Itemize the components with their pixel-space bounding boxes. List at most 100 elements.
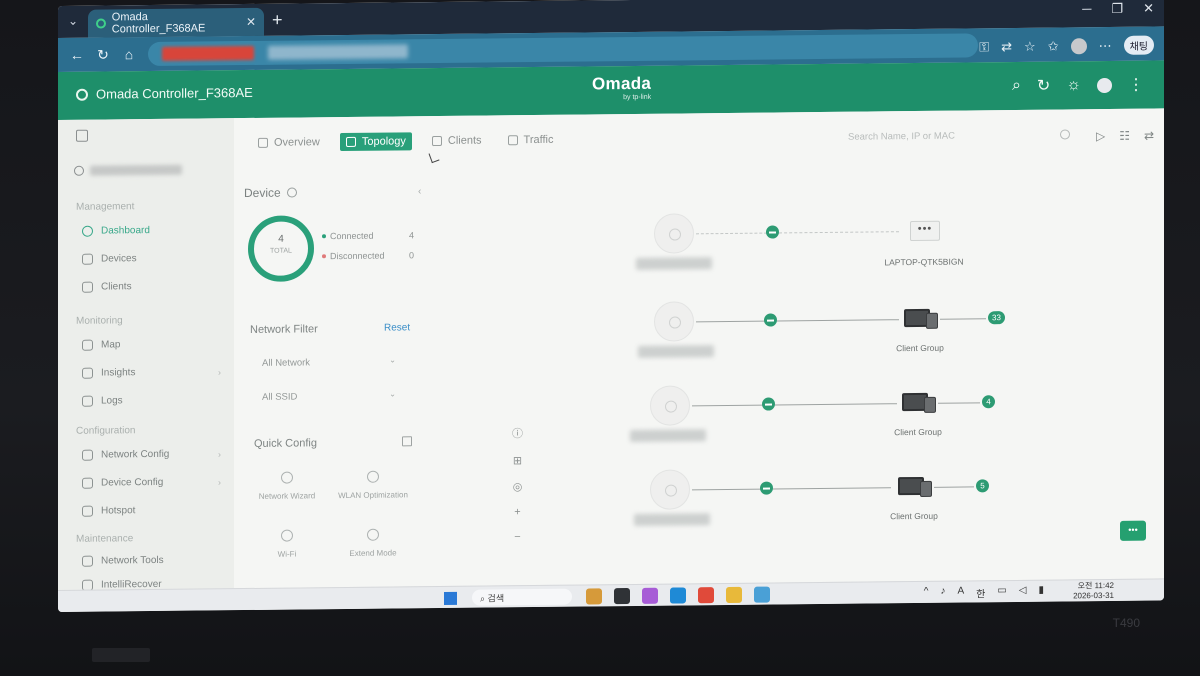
- client-device-icon[interactable]: •••: [910, 220, 940, 242]
- quick-wifi[interactable]: Wi-Fi: [242, 529, 332, 559]
- file-explorer-icon[interactable]: [726, 586, 742, 604]
- network-status-icon[interactable]: ▭: [997, 585, 1006, 600]
- new-tab-button[interactable]: +: [272, 10, 283, 31]
- zoom-out-icon[interactable]: −: [514, 531, 520, 543]
- search-icon[interactable]: [1060, 129, 1070, 140]
- collapse-panel-icon[interactable]: ‹: [418, 186, 421, 197]
- client-count-badge[interactable]: 33: [988, 311, 1005, 325]
- link-line: [692, 488, 762, 491]
- site-title[interactable]: Omada Controller_F368AE: [76, 85, 253, 102]
- back-icon[interactable]: ←: [64, 47, 90, 63]
- kebab-menu-icon[interactable]: ⋮: [1128, 75, 1144, 95]
- chrome-browser-icon[interactable]: [698, 587, 714, 604]
- play-icon[interactable]: ▷: [1096, 129, 1105, 143]
- client-count-badge[interactable]: 4: [982, 395, 995, 409]
- copilot-button[interactable]: 채팅: [1123, 35, 1154, 55]
- ime-mode[interactable]: A: [957, 586, 964, 601]
- microphone-icon[interactable]: ♪: [940, 586, 945, 601]
- widgets-app-icon[interactable]: [586, 588, 602, 605]
- topology-search-input[interactable]: Search Name, IP or MAC: [848, 129, 1070, 149]
- browser-tab-title: Omada Controller_F368AE: [111, 11, 206, 36]
- browser-tab[interactable]: Omada Controller_F368AE ✕: [88, 7, 264, 38]
- collapse-node-icon[interactable]: [762, 397, 775, 411]
- windows-start-icon[interactable]: [444, 591, 457, 605]
- collapse-node-icon[interactable]: [764, 313, 777, 327]
- close-tab-icon[interactable]: ✕: [246, 15, 256, 29]
- sidebar-item-device-config[interactable]: Device Config ›: [82, 477, 221, 489]
- reload-icon[interactable]: ↻: [90, 46, 116, 63]
- client-group-icon[interactable]: [902, 391, 936, 413]
- collapse-node-icon[interactable]: [766, 225, 779, 239]
- device-node[interactable]: [650, 469, 690, 510]
- target-icon[interactable]: ◎: [513, 480, 523, 493]
- site-selector[interactable]: [74, 158, 204, 181]
- sidebar-item-map[interactable]: Map: [82, 339, 120, 351]
- copilot-app-icon[interactable]: [642, 587, 658, 604]
- device-node[interactable]: [650, 385, 690, 426]
- device-node[interactable]: [654, 301, 694, 342]
- quick-network-wizard[interactable]: Network Wizard: [242, 471, 332, 501]
- tab-search-icon[interactable]: ⌄: [64, 14, 82, 30]
- refresh-icon[interactable]: ↻: [1037, 76, 1050, 96]
- task-view-icon[interactable]: [614, 588, 630, 605]
- more-menu-icon[interactable]: ⋯: [1099, 37, 1112, 53]
- url-input[interactable]: [148, 33, 978, 67]
- client-count-badge[interactable]: 5: [976, 479, 989, 493]
- site-title-text: Omada Controller_F368AE: [96, 84, 253, 102]
- volume-icon[interactable]: ◁: [1019, 585, 1027, 600]
- quick-extend-mode[interactable]: Extend Mode: [328, 528, 418, 558]
- edit-icon[interactable]: [402, 436, 412, 447]
- tab-clients[interactable]: Clients: [426, 132, 488, 151]
- sidebar-item-hotspot[interactable]: Hotspot: [82, 505, 135, 517]
- topology-canvas[interactable]: ••• LAPTOP-QTK5BIGN 33 Client Group 4 Cl…: [630, 189, 1074, 533]
- client-group-icon[interactable]: [904, 307, 938, 329]
- translate-icon[interactable]: ⇄: [1001, 39, 1012, 55]
- ssid-select[interactable]: All SSID ⌄: [252, 384, 404, 408]
- chat-support-icon[interactable]: •••: [1120, 520, 1146, 541]
- search-icon[interactable]: ⌕: [1012, 77, 1021, 95]
- sidebar-item-clients[interactable]: Clients: [82, 281, 132, 293]
- reset-link[interactable]: Reset: [384, 322, 410, 333]
- minimize-icon[interactable]: ─: [1082, 1, 1091, 17]
- sidebar-item-devices[interactable]: Devices: [82, 253, 137, 265]
- user-avatar[interactable]: [1097, 77, 1112, 93]
- zoom-in-icon[interactable]: +: [514, 506, 520, 518]
- tab-traffic[interactable]: Traffic: [502, 131, 560, 150]
- language-indicator[interactable]: 한: [976, 585, 985, 600]
- quick-wlan-optimization[interactable]: WLAN Optimization: [328, 470, 418, 500]
- network-select[interactable]: All Network ⌄: [252, 350, 404, 374]
- collapse-node-icon[interactable]: [760, 481, 773, 495]
- edge-browser-icon[interactable]: [670, 587, 686, 604]
- star-icon[interactable]: ☆: [1024, 38, 1036, 54]
- sun-icon[interactable]: ☼: [1066, 76, 1081, 94]
- network-app-icon[interactable]: [754, 586, 770, 603]
- extend-mode-icon: [367, 528, 379, 541]
- tray-chevron-icon[interactable]: ^: [924, 586, 929, 601]
- taskbar-search-input[interactable]: ⌕ 검색: [472, 588, 572, 606]
- device-node[interactable]: [654, 213, 694, 254]
- favorites-icon[interactable]: ✩: [1048, 38, 1059, 54]
- tab-overview[interactable]: Overview: [252, 133, 326, 152]
- sidebar-item-network-config[interactable]: Network Config ›: [82, 449, 221, 461]
- section-monitoring: Monitoring: [76, 315, 123, 327]
- sidebar-item-insights[interactable]: Insights ›: [82, 367, 221, 379]
- swap-icon[interactable]: ⇄: [1144, 129, 1154, 143]
- link-line: [940, 318, 986, 320]
- taskbar-clock[interactable]: 오전 11:42 2026-03-31: [1073, 581, 1114, 601]
- info-icon[interactable]: [286, 187, 297, 198]
- profile-avatar[interactable]: [1070, 37, 1087, 54]
- tab-topology[interactable]: Topology: [339, 132, 412, 152]
- close-window-icon[interactable]: ✕: [1143, 1, 1154, 17]
- sidebar-item-logs[interactable]: Logs: [82, 395, 123, 407]
- sidebar-item-network-tools[interactable]: Network Tools: [82, 555, 164, 567]
- home-icon[interactable]: ⌂: [116, 46, 142, 62]
- maximize-icon[interactable]: ❐: [1111, 1, 1123, 17]
- hierarchy-icon[interactable]: ⊞: [513, 454, 522, 467]
- sidebar-toggle-icon[interactable]: [76, 129, 88, 142]
- client-group-icon[interactable]: [898, 475, 932, 497]
- sidebar-item-dashboard[interactable]: Dashboard: [82, 225, 150, 237]
- battery-icon[interactable]: ▮: [1038, 585, 1044, 600]
- key-icon[interactable]: ⚿: [979, 39, 989, 55]
- settings-sliders-icon[interactable]: ☷: [1119, 129, 1130, 143]
- info-circle-icon[interactable]: ⓘ: [512, 425, 523, 441]
